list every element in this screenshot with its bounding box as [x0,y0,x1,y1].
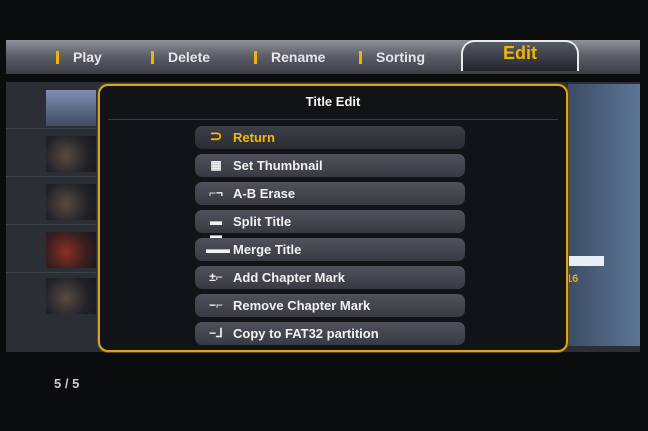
merge-icon: ▬▬ [206,242,230,256]
menu-item-return[interactable]: ⊃ Return [195,126,465,149]
tab-rename[interactable]: Rename [254,46,325,68]
dialog-title: Title Edit [305,94,361,109]
copy-icon: −⅃ [209,326,223,340]
edit-menu: ⊃ Return ▦ Set Thumbnail ⌐¬ A-B Erase ▬ … [195,126,465,350]
menu-item-copy-to-fat32[interactable]: −⅃ Copy to FAT32 partition [195,322,465,345]
menu-item-add-chapter-mark[interactable]: ±⌐ Add Chapter Mark [195,266,465,289]
title-thumbnail[interactable] [46,232,96,268]
menu-item-set-thumbnail[interactable]: ▦ Set Thumbnail [195,154,465,177]
row-divider [6,224,96,225]
page-counter: 5 / 5 [54,376,80,391]
tab-delete[interactable]: Delete [151,46,210,68]
tab-separator [56,50,59,64]
thumbnail-column [6,86,96,346]
menu-item-split-title[interactable]: ▬ ▬ Split Title [195,210,465,242]
split-icon: ▬ ▬ [210,214,222,242]
title-thumbnail[interactable] [46,90,96,126]
title-edit-dialog: Title Edit ⊃ Return ▦ Set Thumbnail ⌐¬ A… [98,84,568,352]
menu-item-merge-title[interactable]: ▬▬ Merge Title [195,238,465,261]
title-thumbnail[interactable] [46,136,96,172]
film-strip-icon: ▦ [210,158,222,172]
progress-bar [568,256,604,266]
return-arrow-icon: ⊃ [209,128,223,145]
menu-item-remove-chapter-mark[interactable]: −⌐ Remove Chapter Mark [195,294,465,317]
dialog-divider [108,119,558,120]
remove-chapter-icon: −⌐ [208,298,223,312]
tab-edit[interactable]: Edit [461,40,579,71]
title-thumbnail[interactable] [46,278,96,314]
menu-item-ab-erase[interactable]: ⌐¬ A-B Erase [195,182,465,205]
preview-area [568,84,640,346]
top-menu-bar: Play Delete Rename Sorting Edit [6,40,640,74]
tab-play[interactable]: Play [56,46,102,68]
tab-separator [254,50,257,64]
add-chapter-icon: ±⌐ [209,270,223,284]
row-divider [6,128,96,129]
row-divider [6,272,96,273]
tab-sorting[interactable]: Sorting [359,46,425,68]
title-thumbnail[interactable] [46,184,96,220]
tab-separator [151,50,154,64]
tab-separator [359,50,362,64]
ab-erase-icon: ⌐¬ [208,186,223,200]
row-divider [6,176,96,177]
